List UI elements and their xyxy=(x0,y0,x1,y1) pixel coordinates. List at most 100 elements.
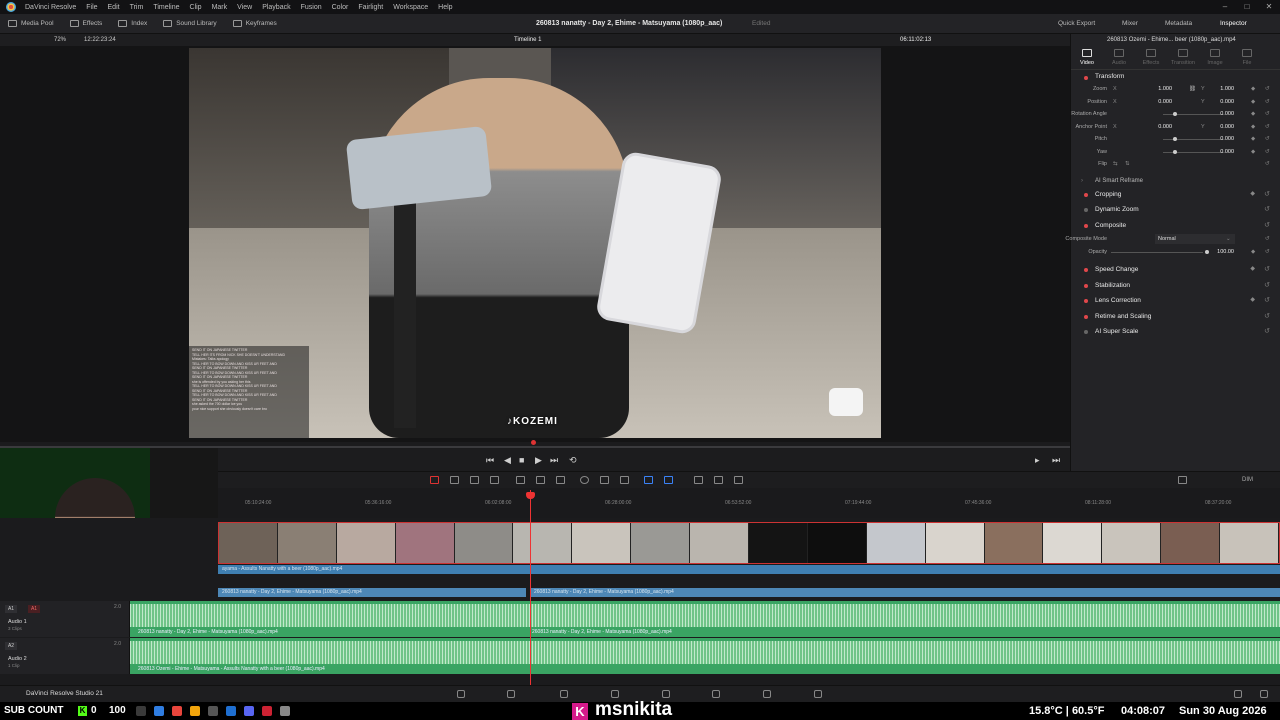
chevron-down-icon[interactable]: ⌄ xyxy=(1226,233,1231,246)
menu-color[interactable]: Color xyxy=(327,4,354,11)
reset-icon[interactable]: ↺ xyxy=(1264,293,1270,309)
selection-tool-icon[interactable] xyxy=(430,476,439,484)
flip-horizontal-icon[interactable]: ⇆ xyxy=(1113,158,1118,171)
snapping-icon[interactable] xyxy=(580,476,589,484)
zoom-x-value[interactable]: 1.000 xyxy=(1150,83,1172,96)
stop-icon[interactable]: ■ xyxy=(519,454,524,466)
reset-icon[interactable]: ↺ xyxy=(1264,202,1270,218)
taskbar-app-icon[interactable] xyxy=(154,706,164,716)
skip-to-start-icon[interactable]: ⏮ xyxy=(486,454,494,466)
reset-icon[interactable]: ↺ xyxy=(1264,309,1270,325)
reset-icon[interactable]: ↺ xyxy=(1264,218,1270,234)
menu-trim[interactable]: Trim xyxy=(125,4,149,11)
taskbar-app-icon[interactable] xyxy=(226,706,236,716)
playhead[interactable] xyxy=(530,490,531,685)
opacity-value[interactable]: 100.00 xyxy=(1212,246,1234,259)
tab-file[interactable]: File xyxy=(1231,46,1263,69)
menu-help[interactable]: Help xyxy=(433,4,457,11)
detail-zoom-icon[interactable] xyxy=(714,476,723,484)
mixer-button[interactable]: Mixer xyxy=(1122,14,1138,34)
reset-icon[interactable]: ↺ xyxy=(1264,187,1270,203)
dynamic-trim-icon[interactable] xyxy=(470,476,479,484)
section-dynamic-zoom[interactable]: Dynamic Zoom ↺ xyxy=(1071,202,1280,218)
reset-icon[interactable]: ↺ xyxy=(1265,146,1270,159)
next-frame-icon[interactable]: ▸ xyxy=(1035,454,1040,466)
keyframes-button[interactable]: Keyframes xyxy=(225,14,285,34)
link-icon[interactable]: ⛓ xyxy=(1189,83,1196,96)
enable-dot-icon[interactable] xyxy=(1084,208,1088,212)
overwrite-clip-icon[interactable] xyxy=(536,476,545,484)
composite-mode-select[interactable]: Normal xyxy=(1155,234,1235,244)
viewer[interactable]: SEND IT ON JAPANESE TWITTER TELL HER ITS… xyxy=(0,46,1070,442)
rotation-value[interactable]: 0.000 xyxy=(1212,108,1234,121)
taskbar-app-icon[interactable] xyxy=(244,706,254,716)
keyframe-diamond-icon[interactable]: ◆ xyxy=(1250,293,1255,309)
yaw-value[interactable]: 0.000 xyxy=(1212,146,1234,159)
section-cropping[interactable]: Cropping ◆ ↺ xyxy=(1071,187,1280,203)
reset-icon[interactable]: ↺ xyxy=(1265,121,1270,134)
viewer-zoom[interactable]: 72% xyxy=(54,34,66,46)
reset-icon[interactable]: ↺ xyxy=(1265,133,1270,146)
menu-mark[interactable]: Mark xyxy=(207,4,233,11)
reset-icon[interactable]: ↺ xyxy=(1264,278,1270,294)
opacity-slider-knob[interactable] xyxy=(1205,249,1209,254)
keyframe-diamond-icon[interactable]: ◆ xyxy=(1251,108,1255,121)
position-y-value[interactable]: 0.000 xyxy=(1212,96,1234,109)
volume-icon[interactable] xyxy=(1178,476,1187,484)
quick-export-button[interactable]: Quick Export xyxy=(1058,14,1095,34)
tab-transition[interactable]: Transition xyxy=(1167,46,1199,69)
reset-icon[interactable]: ↺ xyxy=(1264,324,1270,340)
reset-icon[interactable]: ↺ xyxy=(1265,96,1270,109)
section-lens-correction[interactable]: Lens Correction ◆ ↺ xyxy=(1071,293,1280,309)
taskbar-app-icon[interactable] xyxy=(262,706,272,716)
audio-track-2-header[interactable]: A2 2.0 Audio 2 1 Clip xyxy=(0,638,130,674)
keyframe-diamond-icon[interactable]: ◆ xyxy=(1251,146,1255,159)
enable-dot-icon[interactable] xyxy=(1084,192,1088,197)
enable-dot-icon[interactable] xyxy=(1084,268,1088,272)
enable-dot-icon[interactable] xyxy=(1084,314,1088,319)
anchor-x-value[interactable]: 0.000 xyxy=(1150,121,1172,134)
rotation-slider-knob[interactable] xyxy=(1173,112,1177,116)
end-frame-icon[interactable]: ⏭ xyxy=(1052,454,1060,466)
effects-button[interactable]: Effects xyxy=(62,14,111,34)
taskbar-app-icon[interactable] xyxy=(280,706,290,716)
tab-image[interactable]: Image xyxy=(1199,46,1231,69)
replace-clip-icon[interactable] xyxy=(556,476,565,484)
section-speed-change[interactable]: Speed Change ◆ ↺ xyxy=(1071,262,1280,278)
menu-timeline[interactable]: Timeline xyxy=(148,4,184,11)
loop-icon[interactable]: ⟲ xyxy=(569,454,577,466)
tab-audio[interactable]: Audio xyxy=(1103,46,1135,69)
sound-library-button[interactable]: Sound Library xyxy=(155,14,224,34)
menu-view[interactable]: View xyxy=(232,4,257,11)
audio-track-2-lane[interactable]: 260813 Ozemi - Ehime - Matsuyama - Assul… xyxy=(130,638,1280,674)
pitch-value[interactable]: 0.000 xyxy=(1212,133,1234,146)
flag-icon[interactable] xyxy=(644,476,653,484)
reset-icon[interactable]: ↺ xyxy=(1265,108,1270,121)
section-smart-reframe[interactable]: › AI Smart Reframe xyxy=(1071,175,1280,187)
blade-tool-icon[interactable] xyxy=(490,476,499,484)
opacity-slider[interactable] xyxy=(1111,251,1203,253)
track-a1-badge[interactable]: A1 xyxy=(5,605,17,613)
section-composite[interactable]: Composite ↺ xyxy=(1071,218,1280,234)
inspector-button[interactable]: Inspector xyxy=(1220,14,1247,34)
full-extent-zoom-icon[interactable] xyxy=(694,476,703,484)
enable-dot-icon[interactable] xyxy=(1084,299,1088,303)
cut-page-icon[interactable] xyxy=(507,690,515,698)
keyframe-diamond-icon[interactable]: ◆ xyxy=(1251,121,1255,134)
trim-tool-icon[interactable] xyxy=(450,476,459,484)
fusion-page-icon[interactable] xyxy=(611,690,619,698)
menu-fusion[interactable]: Fusion xyxy=(296,4,327,11)
taskbar-app-icon[interactable] xyxy=(172,706,182,716)
maximize-icon[interactable]: □ xyxy=(1236,0,1258,14)
marker-icon[interactable] xyxy=(664,476,673,484)
settings-icon[interactable] xyxy=(1260,690,1268,698)
keyframe-diamond-icon[interactable]: ◆ xyxy=(1251,246,1255,259)
keyframe-diamond-icon[interactable]: ◆ xyxy=(1250,262,1255,278)
menu-playback[interactable]: Playback xyxy=(257,4,295,11)
taskbar-app-icon[interactable] xyxy=(136,706,146,716)
fairlight-page-icon[interactable] xyxy=(712,690,720,698)
taskbar-app-icon[interactable] xyxy=(208,706,218,716)
keyframe-diamond-icon[interactable]: ◆ xyxy=(1251,83,1255,96)
reset-icon[interactable]: ↺ xyxy=(1265,83,1270,96)
reset-icon[interactable]: ↺ xyxy=(1265,158,1270,171)
